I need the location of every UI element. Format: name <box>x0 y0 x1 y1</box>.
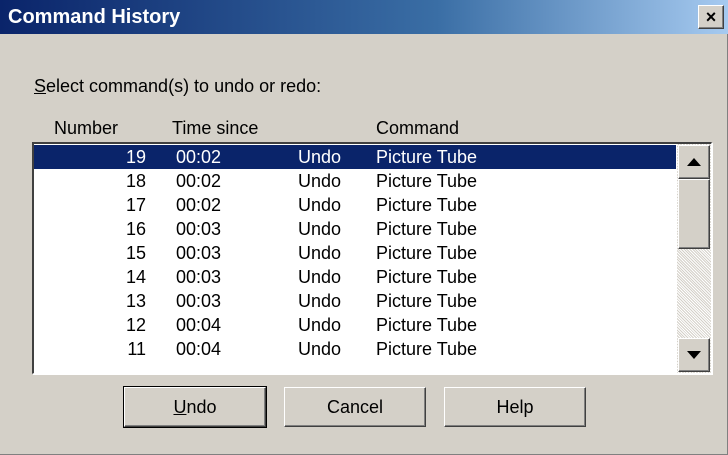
item-time: 00:02 <box>176 171 222 191</box>
scroll-up-button[interactable] <box>678 145 710 179</box>
item-time: 00:02 <box>176 147 222 167</box>
item-number: 13 <box>125 291 146 311</box>
vertical-scrollbar[interactable] <box>677 144 711 373</box>
item-time: 00:03 <box>176 219 222 239</box>
item-command: Picture Tube <box>376 339 478 359</box>
undo-button[interactable]: Undo <box>123 386 267 428</box>
item-action: Undo <box>298 291 342 311</box>
close-button[interactable]: × <box>698 5 724 29</box>
scroll-down-button[interactable] <box>678 338 710 372</box>
item-time: 00:03 <box>176 243 222 263</box>
list-item[interactable]: 11 00:04 Undo Picture Tube <box>34 337 676 361</box>
item-command: Picture Tube <box>376 219 478 239</box>
window-title: Command History <box>8 6 181 28</box>
command-list[interactable]: 19 00:02 Undo Picture Tube 18 00:02 Undo Pictur… <box>32 142 712 374</box>
item-number: 15 <box>125 243 146 263</box>
list-item[interactable]: 14 00:03 Undo Picture Tube <box>34 265 676 289</box>
instruction-text: elect command(s) to undo or redo: <box>46 76 322 96</box>
item-number: 12 <box>125 315 146 335</box>
item-command: Picture Tube <box>376 291 478 311</box>
command-history-dialog: Command History × Select command(s) to u… <box>0 0 728 455</box>
instruction-mnemonic: S <box>34 76 47 96</box>
item-time: 00:03 <box>176 267 222 287</box>
cancel-button[interactable]: Cancel <box>284 387 426 427</box>
item-time: 00:04 <box>176 315 222 335</box>
item-command: Picture Tube <box>376 147 478 167</box>
column-header-number: Number <box>54 118 119 138</box>
undo-label: ndo <box>186 397 217 417</box>
item-command: Picture Tube <box>376 243 478 263</box>
item-command: Picture Tube <box>376 171 478 191</box>
command-list-rows: 19 00:02 Undo Picture Tube 18 00:02 Undo Pictur… <box>34 145 676 361</box>
arrow-up-icon <box>687 158 701 166</box>
list-item[interactable]: 16 00:03 Undo Picture Tube <box>34 217 676 241</box>
close-icon: × <box>705 7 717 27</box>
list-item[interactable]: 18 00:02 Undo Picture Tube <box>34 169 676 193</box>
undo-mnemonic: U <box>173 397 187 417</box>
arrow-down-icon <box>687 351 701 359</box>
item-command: Picture Tube <box>376 195 478 215</box>
list-item[interactable]: 17 00:02 Undo Picture Tube <box>34 193 676 217</box>
item-number: 18 <box>125 171 146 191</box>
item-action: Undo <box>298 195 342 215</box>
item-number: 11 <box>127 339 146 359</box>
item-action: Undo <box>298 171 342 191</box>
help-button[interactable]: Help <box>444 387 586 427</box>
item-action: Undo <box>298 219 342 239</box>
item-action: Undo <box>298 267 342 287</box>
item-action: Undo <box>298 243 342 263</box>
column-header-command: Command <box>376 118 460 138</box>
title-bar[interactable]: Command History × <box>0 0 728 34</box>
list-item[interactable]: 12 00:04 Undo Picture Tube <box>34 313 676 337</box>
item-time: 00:02 <box>176 195 222 215</box>
list-item[interactable]: 15 00:03 Undo Picture Tube <box>34 241 676 265</box>
item-action: Undo <box>298 147 342 167</box>
item-number: 14 <box>125 267 146 287</box>
item-number: 17 <box>125 195 146 215</box>
scroll-thumb[interactable] <box>678 179 710 249</box>
column-header-time: Time since <box>172 118 259 138</box>
item-time: 00:03 <box>176 291 222 311</box>
item-action: Undo <box>298 315 342 335</box>
item-action: Undo <box>298 339 342 359</box>
list-item[interactable]: 13 00:03 Undo Picture Tube <box>34 289 676 313</box>
item-time: 00:04 <box>176 339 222 359</box>
item-number: 16 <box>125 219 146 239</box>
item-command: Picture Tube <box>376 267 478 287</box>
instruction-label: Select command(s) to undo or redo: <box>34 76 321 97</box>
list-item[interactable]: 19 00:02 Undo Picture Tube <box>34 145 676 169</box>
item-command: Picture Tube <box>376 315 478 335</box>
item-number: 19 <box>125 147 146 167</box>
